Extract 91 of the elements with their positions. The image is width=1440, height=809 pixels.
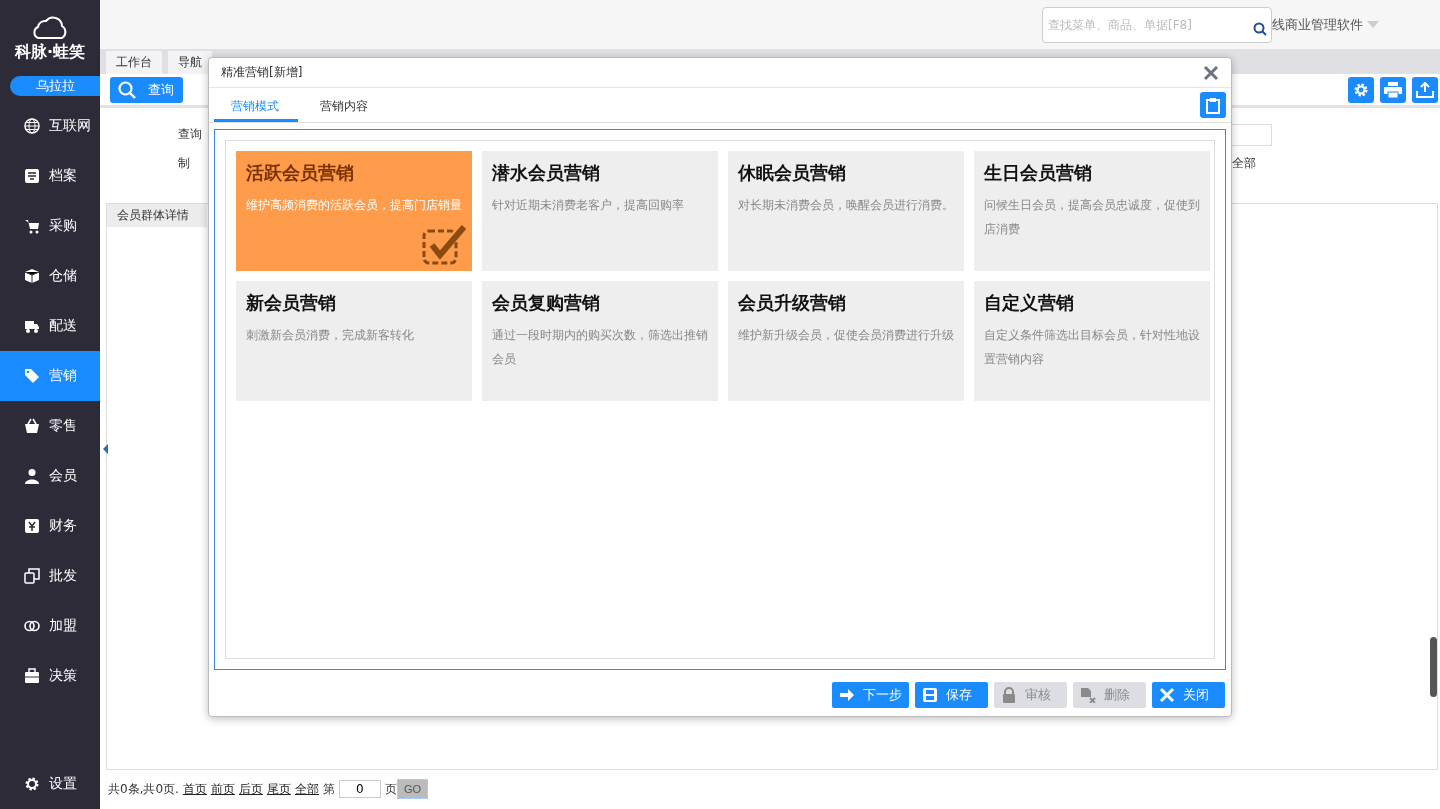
clipboard-button[interactable] — [1200, 92, 1226, 118]
option-label: 全部 — [1231, 155, 1257, 173]
print-button[interactable] — [1380, 77, 1406, 104]
card-description: 维护高频消费的活跃会员，提高门店销量 — [246, 197, 462, 214]
sidebar-item[interactable]: 批发 — [0, 551, 100, 601]
sidebar-item[interactable]: 配送 — [0, 301, 100, 351]
floppy-icon — [922, 687, 938, 703]
page-link[interactable]: 后页 — [238, 780, 263, 798]
tag-icon — [24, 368, 40, 384]
go-button[interactable]: GO — [396, 779, 429, 800]
sidebar-item[interactable]: 决策 — [0, 651, 100, 701]
close-icon — [1159, 687, 1175, 703]
card-title: 活跃会员营销 — [246, 161, 355, 185]
sidebar-item[interactable]: 档案 — [0, 151, 100, 201]
card-title: 自定义营销 — [984, 291, 1075, 315]
page-link[interactable]: 尾页 — [266, 780, 291, 798]
card-title: 会员复购营销 — [492, 291, 601, 315]
checkbox-icon — [422, 225, 466, 265]
grid-header: 会员群体详情 — [107, 203, 207, 227]
sidebar-item[interactable]: 加盟 — [0, 601, 100, 651]
clipboard-icon — [1206, 96, 1220, 114]
rings-icon — [24, 618, 40, 634]
settings-icon — [24, 776, 40, 792]
form-label: 查询 — [178, 126, 202, 144]
card-title: 会员升级营销 — [738, 291, 847, 315]
search-icon — [118, 81, 136, 100]
mode-card[interactable]: 自定义营销 自定义条件筛选出目标会员，针对性地设置营销内容 — [974, 281, 1210, 401]
mode-card[interactable]: 生日会员营销 问候生日会员，提高会员忠诚度，促使到店消费 — [974, 151, 1210, 271]
mode-card[interactable]: 会员升级营销 维护新升级会员，促使会员消费进行升级 — [728, 281, 964, 401]
doc-icon — [24, 168, 40, 184]
page-link[interactable]: 前页 — [210, 780, 235, 798]
form-label: 制 — [178, 155, 190, 173]
logo-text: 科脉·蛙笑 — [14, 42, 86, 63]
card-description: 刺激新会员消费，完成新客转化 — [246, 327, 415, 344]
close-icon[interactable] — [1203, 64, 1219, 81]
mode-card[interactable]: 新会员营销 刺激新会员消费，完成新客转化 — [236, 281, 472, 401]
printer-icon — [1384, 82, 1402, 99]
mode-card[interactable]: 会员复购营销 通过一段时期内的购买次数，筛选出推销会员 — [482, 281, 718, 401]
basket-icon — [24, 418, 40, 434]
mode-card[interactable]: 潜水会员营销 针对近期未消费老客户，提高回购率 — [482, 151, 718, 271]
sidebar-item[interactable]: 会员 — [0, 451, 100, 501]
arrow-icon — [839, 687, 855, 703]
sidebar-item[interactable]: 采购 — [0, 201, 100, 251]
sidebar-item[interactable]: 仓储 — [0, 251, 100, 301]
case-icon — [24, 668, 40, 684]
card-description: 通过一段时期内的购买次数，筛选出推销会员 — [492, 327, 708, 368]
export-button[interactable] — [1412, 77, 1438, 104]
sidebar-item[interactable]: 互联网 — [0, 101, 100, 151]
product-menu[interactable]: 线商业管理软件 — [1272, 15, 1363, 34]
globe-icon — [24, 118, 40, 134]
lock-icon — [1001, 687, 1017, 703]
page-input[interactable]: 0 — [338, 780, 381, 799]
mode-card[interactable]: 活跃会员营销 维护高频消费的活跃会员，提高门店销量 — [236, 151, 472, 271]
settings-item[interactable]: 设置 — [0, 759, 100, 809]
upload-icon — [1416, 82, 1434, 99]
card-title: 新会员营销 — [246, 291, 337, 315]
page-label: 第 — [322, 780, 335, 798]
yen-icon — [24, 518, 40, 534]
page-tab[interactable]: 导航 — [168, 50, 212, 74]
card-description: 问候生日会员，提高会员忠诚度，促使到店消费 — [984, 197, 1200, 238]
page-link[interactable]: 首页 — [182, 780, 207, 798]
sidebar-item[interactable]: 财务 — [0, 501, 100, 551]
record-summary: 共0条,共0页. — [108, 780, 179, 798]
box-icon — [24, 268, 40, 284]
card-description: 对长期未消费会员，唤醒会员进行消费。 — [738, 197, 954, 214]
settings-button[interactable] — [1348, 77, 1374, 104]
person-icon — [24, 468, 40, 484]
document-x-icon — [1080, 687, 1096, 703]
search-icon — [1253, 21, 1267, 36]
search-field[interactable]: 查找菜单、商品、单据[F8] — [1042, 6, 1272, 43]
truck-icon — [24, 318, 40, 334]
card-description: 维护新升级会员，促使会员消费进行升级 — [738, 327, 954, 344]
cart-icon — [24, 218, 40, 234]
dialog-tab[interactable]: 营销模式 — [214, 88, 298, 122]
card-description: 自定义条件筛选出目标会员，针对性地设置营销内容 — [984, 327, 1200, 368]
page-link[interactable]: 全部 — [294, 780, 319, 798]
dialog-tab[interactable]: 营销内容 — [298, 88, 385, 122]
collapse-icon[interactable] — [103, 443, 108, 454]
page-label: 页 — [384, 780, 397, 798]
copy-icon — [24, 568, 40, 584]
dialog-title: 精准营销[新增] — [221, 64, 303, 81]
card-title: 休眠会员营销 — [738, 161, 847, 185]
caret-icon — [1367, 21, 1379, 29]
card-description: 针对近期未消费老客户，提高回购率 — [492, 197, 685, 214]
gear-icon — [1353, 82, 1369, 99]
page-tab[interactable]: 工作台 — [106, 50, 162, 74]
card-title: 生日会员营销 — [984, 161, 1093, 185]
card-title: 潜水会员营销 — [492, 161, 601, 185]
scrollbar[interactable] — [1430, 636, 1437, 697]
sidebar-item[interactable]: 零售 — [0, 401, 100, 451]
mode-card[interactable]: 休眠会员营销 对长期未消费会员，唤醒会员进行消费。 — [728, 151, 964, 271]
